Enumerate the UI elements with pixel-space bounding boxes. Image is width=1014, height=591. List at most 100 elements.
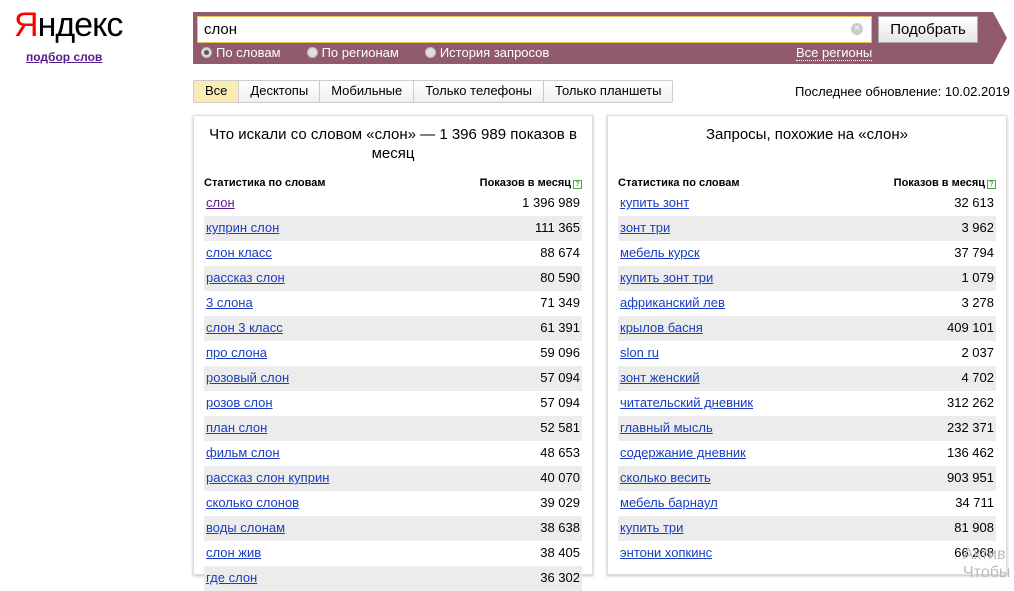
table-row: слон жив 38 405 bbox=[204, 541, 582, 566]
table-row: содержание дневник 136 462 bbox=[618, 441, 996, 466]
tab[interactable]: Только телефоны bbox=[413, 81, 544, 102]
tab[interactable]: Все bbox=[194, 81, 239, 102]
keyword-link[interactable]: главный мысль bbox=[620, 416, 713, 441]
keyword-link[interactable]: слон bbox=[206, 191, 235, 216]
tab[interactable]: Только планшеты bbox=[543, 81, 673, 102]
shows-count: 3 962 bbox=[961, 220, 994, 235]
shows-count: 38 405 bbox=[540, 545, 580, 560]
shows-count: 3 278 bbox=[961, 295, 994, 310]
keyword-link[interactable]: купить зонт три bbox=[620, 266, 713, 291]
regions-link[interactable]: Все регионы bbox=[796, 45, 873, 61]
table-row: план слон 52 581 bbox=[204, 416, 582, 441]
device-tabs: Все Десктопы Мобильные Только телефоны Тольк… bbox=[193, 80, 674, 103]
table-row: купить зонт три 1 079 bbox=[618, 266, 996, 291]
clear-icon[interactable]: × bbox=[851, 23, 863, 35]
table-row: куприн слон 111 365 bbox=[204, 216, 582, 241]
tab[interactable]: Десктопы bbox=[238, 81, 320, 102]
table-row: сколько слонов 39 029 bbox=[204, 491, 582, 516]
table-row: слон класс 88 674 bbox=[204, 241, 582, 266]
keyword-link[interactable]: зонт три bbox=[620, 216, 670, 241]
yandex-logo[interactable]: Яндекс bbox=[14, 6, 123, 45]
shows-count: 40 070 bbox=[540, 470, 580, 485]
search-button[interactable]: Подобрать bbox=[878, 16, 978, 43]
keyword-link[interactable]: slon ru bbox=[620, 341, 659, 366]
keyword-link[interactable]: про слона bbox=[206, 341, 267, 366]
keyword-link[interactable]: фильм слон bbox=[206, 441, 280, 466]
keyword-link[interactable]: слон класс bbox=[206, 241, 272, 266]
keyword-link[interactable]: план слон bbox=[206, 416, 267, 441]
keyword-link[interactable]: сколько слонов bbox=[206, 491, 299, 516]
keyword-link[interactable]: зонт женский bbox=[620, 366, 700, 391]
radio-option[interactable]: По регионам bbox=[306, 45, 399, 60]
table-row: крылов басня 409 101 bbox=[618, 316, 996, 341]
radio-icon[interactable] bbox=[201, 47, 212, 58]
keyword-link[interactable]: читательский дневник bbox=[620, 391, 753, 416]
keyword-link[interactable]: где слон bbox=[206, 566, 257, 591]
left-panel: Что искали со словом «слон» — 1 396 989 … bbox=[193, 115, 593, 591]
shows-count: 903 951 bbox=[947, 470, 994, 485]
table-row: сколько весить 903 951 bbox=[618, 466, 996, 491]
keyword-link[interactable]: сколько весить bbox=[620, 466, 711, 491]
table-header: Статистика по словам Показов в месяц? bbox=[618, 177, 996, 190]
shows-count: 1 396 989 bbox=[522, 195, 580, 210]
shows-count: 37 794 bbox=[954, 245, 994, 260]
activation-watermark: Актив Чтобы bbox=[963, 546, 1011, 581]
shows-count: 38 638 bbox=[540, 520, 580, 535]
shows-count: 39 029 bbox=[540, 495, 580, 510]
column-words: Статистика по словам bbox=[618, 177, 740, 189]
keyword-link[interactable]: купить зонт bbox=[620, 191, 689, 216]
table-row: энтони хопкинс 66 268 bbox=[618, 541, 996, 566]
table-row: зонт три 3 962 bbox=[618, 216, 996, 241]
table-row: купить три 81 908 bbox=[618, 516, 996, 541]
keyword-link[interactable]: содержание дневник bbox=[620, 441, 746, 466]
table-row: купить зонт 32 613 bbox=[618, 191, 996, 216]
table-row: слон 3 класс 61 391 bbox=[204, 316, 582, 341]
keyword-link[interactable]: мебель курск bbox=[620, 241, 700, 266]
keyword-link[interactable]: слон 3 класс bbox=[206, 316, 283, 341]
radio-label: История запросов bbox=[439, 45, 550, 60]
table-row: рассказ слон куприн 40 070 bbox=[204, 466, 582, 491]
table-row: розовый слон 57 094 bbox=[204, 366, 582, 391]
keyword-link[interactable]: воды слонам bbox=[206, 516, 285, 541]
help-icon[interactable]: ? bbox=[987, 180, 996, 189]
keyword-link[interactable]: энтони хопкинс bbox=[620, 541, 712, 566]
table-row: slon ru 2 037 bbox=[618, 341, 996, 366]
table-row: мебель барнаул 34 711 bbox=[618, 491, 996, 516]
table-row: розов слон 57 094 bbox=[204, 391, 582, 416]
keyword-link[interactable]: крылов басня bbox=[620, 316, 703, 341]
table-header: Статистика по словам Показов в месяц? bbox=[204, 177, 582, 190]
keyword-link[interactable]: розов слон bbox=[206, 391, 273, 416]
search-input[interactable]: слон × bbox=[197, 16, 872, 43]
radio-icon[interactable] bbox=[424, 47, 436, 58]
radio-option[interactable]: История запросов bbox=[424, 45, 550, 60]
radio-option[interactable]: По словам bbox=[201, 45, 281, 60]
shows-count: 81 908 bbox=[954, 520, 994, 535]
shows-count: 32 613 bbox=[954, 195, 994, 210]
shows-count: 71 349 bbox=[540, 295, 580, 310]
radio-icon[interactable] bbox=[306, 47, 318, 58]
table-row: 3 слона 71 349 bbox=[204, 291, 582, 316]
table-row: где слон 36 302 bbox=[204, 566, 582, 591]
shows-count: 80 590 bbox=[540, 270, 580, 285]
wordstat-link[interactable]: подбор слов bbox=[26, 50, 102, 64]
tab[interactable]: Мобильные bbox=[319, 81, 414, 102]
right-panel: Запросы, похожие на «слон» Статистика по… bbox=[607, 115, 1007, 575]
table-row: зонт женский 4 702 bbox=[618, 366, 996, 391]
keyword-link[interactable]: рассказ слон куприн bbox=[206, 466, 329, 491]
shows-count: 57 094 bbox=[540, 395, 580, 410]
keyword-link[interactable]: 3 слона bbox=[206, 291, 253, 316]
search-bar-arrow bbox=[993, 12, 1007, 64]
keyword-link[interactable]: рассказ слон bbox=[206, 266, 285, 291]
panel-title: Что искали со словом «слон» — 1 396 989 … bbox=[209, 126, 577, 162]
keyword-link[interactable]: розовый слон bbox=[206, 366, 289, 391]
keyword-link[interactable]: мебель барнаул bbox=[620, 491, 718, 516]
table-row: фильм слон 48 653 bbox=[204, 441, 582, 466]
help-icon[interactable]: ? bbox=[573, 180, 582, 189]
table-row: слон 1 396 989 bbox=[204, 191, 582, 216]
keyword-link[interactable]: африканский лев bbox=[620, 291, 725, 316]
keyword-link[interactable]: купить три bbox=[620, 516, 683, 541]
shows-count: 59 096 bbox=[540, 345, 580, 360]
shows-count: 52 581 bbox=[540, 420, 580, 435]
keyword-link[interactable]: куприн слон bbox=[206, 216, 279, 241]
keyword-link[interactable]: слон жив bbox=[206, 541, 261, 566]
